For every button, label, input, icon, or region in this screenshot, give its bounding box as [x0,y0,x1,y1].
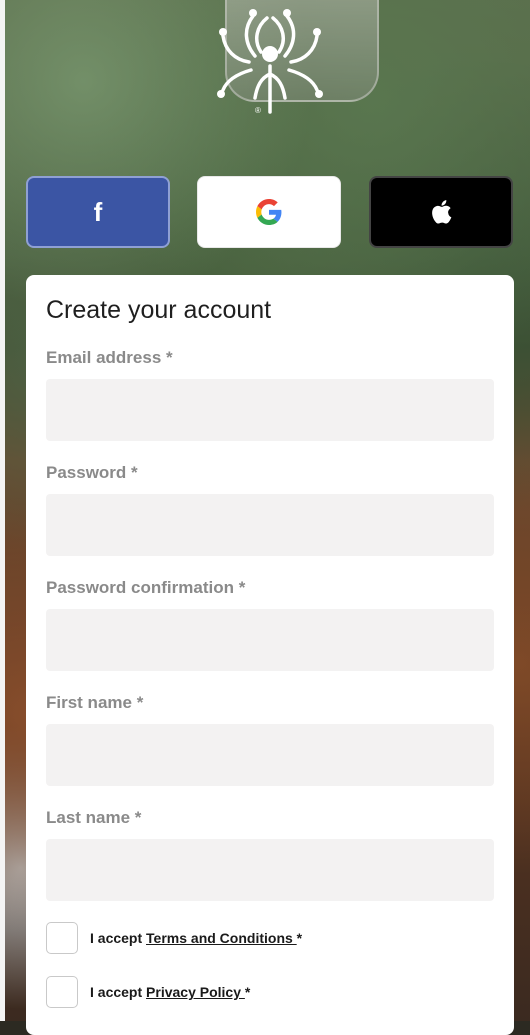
privacy-required-mark: * [244,984,251,1000]
password-confirmation-label: Password confirmation * [46,578,246,597]
google-icon [256,199,282,225]
last-name-field[interactable] [46,839,494,901]
terms-required-mark: * [296,930,303,946]
first-name-label: First name * [46,693,144,712]
terms-label: I accept Terms and Conditions * [90,930,302,946]
page-title: Create your account [46,296,272,324]
google-login-button[interactable] [197,176,341,248]
terms-checkbox[interactable] [46,922,78,954]
terms-prefix: I accept [90,930,147,946]
last-name-label: Last name * [46,808,142,827]
privacy-link[interactable]: Privacy Policy [146,984,245,1000]
special-olympics-logo-icon: ® [217,9,323,115]
registered-mark: ® [255,106,261,115]
email-field[interactable] [46,379,494,441]
first-name-field[interactable] [46,724,494,786]
facebook-login-button[interactable]: f [26,176,170,248]
password-label: Password * [46,463,138,482]
email-label: Email address * [46,348,173,367]
privacy-prefix: I accept [90,984,147,1000]
password-confirmation-field[interactable] [46,609,494,671]
terms-link[interactable]: Terms and Conditions [146,930,297,946]
facebook-icon: f [93,197,103,227]
apple-login-button[interactable] [369,176,513,248]
signup-card: Create your account Email address * Pass… [26,275,514,1035]
password-field[interactable] [46,494,494,556]
apple-icon [432,200,452,224]
privacy-label: I accept Privacy Policy * [90,984,250,1000]
privacy-checkbox[interactable] [46,976,78,1008]
